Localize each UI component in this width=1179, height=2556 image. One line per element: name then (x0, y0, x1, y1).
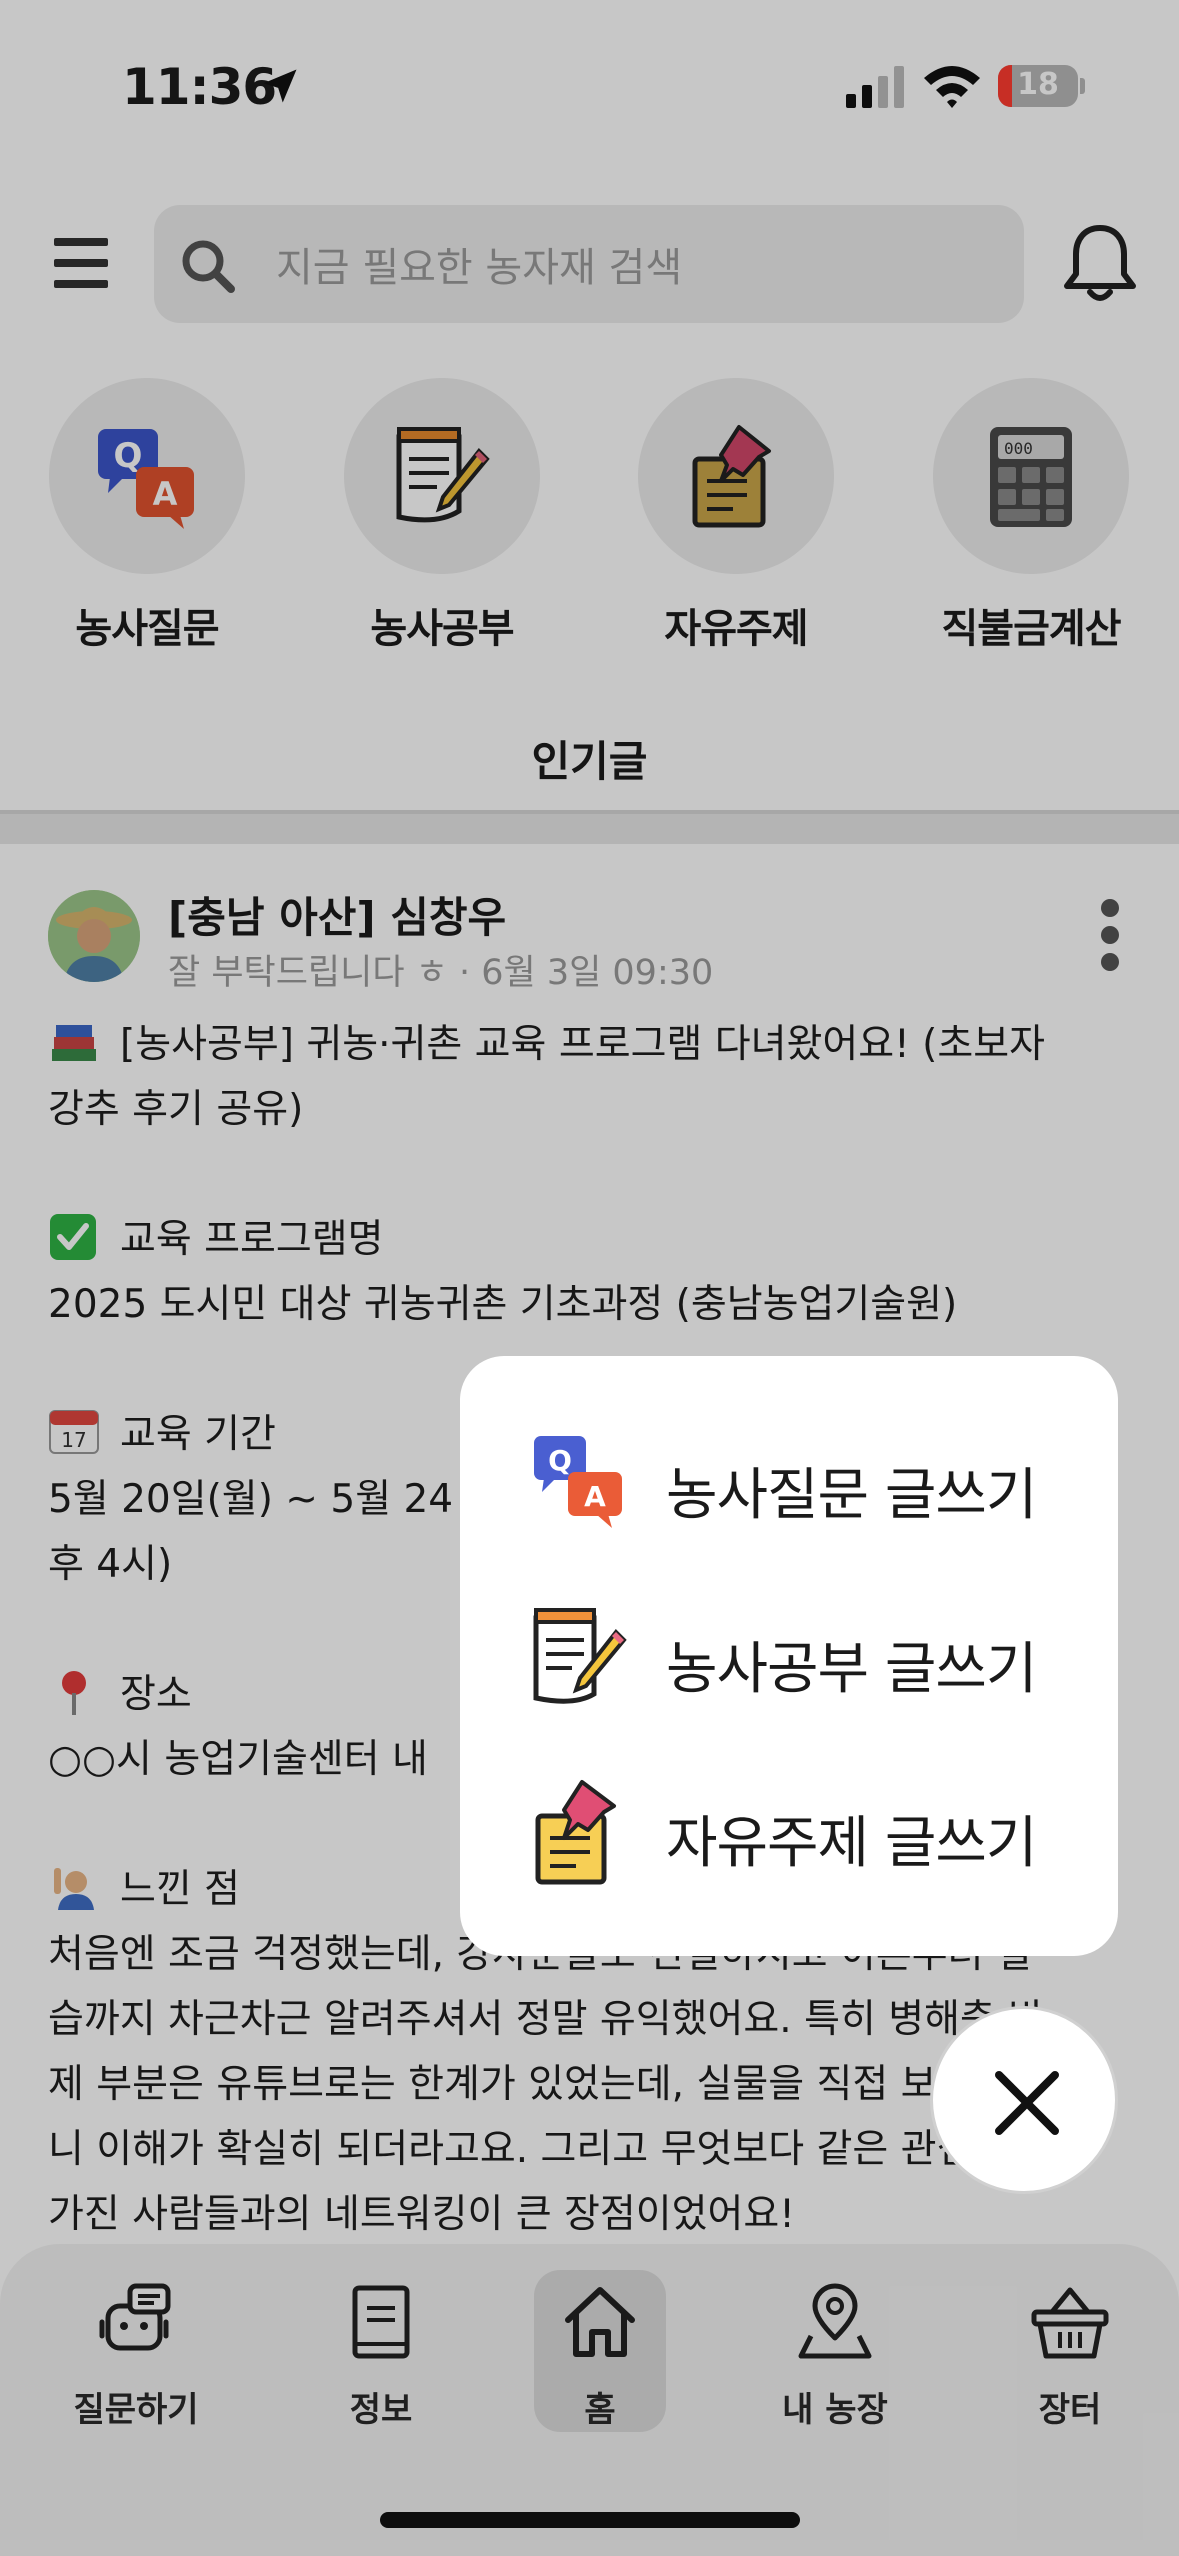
app-screen: 11:36 18 지금 필요한 농자재 검색 Q A 농사질문 농사공부 자유주… (0, 0, 1179, 2556)
notepad-pencil-icon (533, 1608, 627, 1704)
svg-text:A: A (584, 1480, 606, 1513)
close-menu-button[interactable] (930, 2006, 1118, 2194)
write-option-label: 농사공부 글쓰기 (666, 1637, 1037, 1702)
pushpin-note-icon (535, 1780, 616, 1885)
qa-bubbles-icon: Q A (534, 1436, 622, 1528)
close-icon (995, 2071, 1059, 2135)
write-option-label: 농사질문 글쓰기 (666, 1463, 1037, 1528)
write-farm-question-option[interactable]: Q A 농사질문 글쓰기 (530, 1428, 1090, 1538)
write-free-topic-option[interactable]: 자유주제 글쓰기 (530, 1776, 1090, 1886)
write-option-label: 자유주제 글쓰기 (666, 1811, 1037, 1876)
write-post-menu: Q A 농사질문 글쓰기 농사공부 글쓰기 자유주제 글쓰기 (460, 1356, 1118, 1956)
write-farm-study-option[interactable]: 농사공부 글쓰기 (530, 1602, 1090, 1712)
svg-text:Q: Q (548, 1444, 572, 1477)
